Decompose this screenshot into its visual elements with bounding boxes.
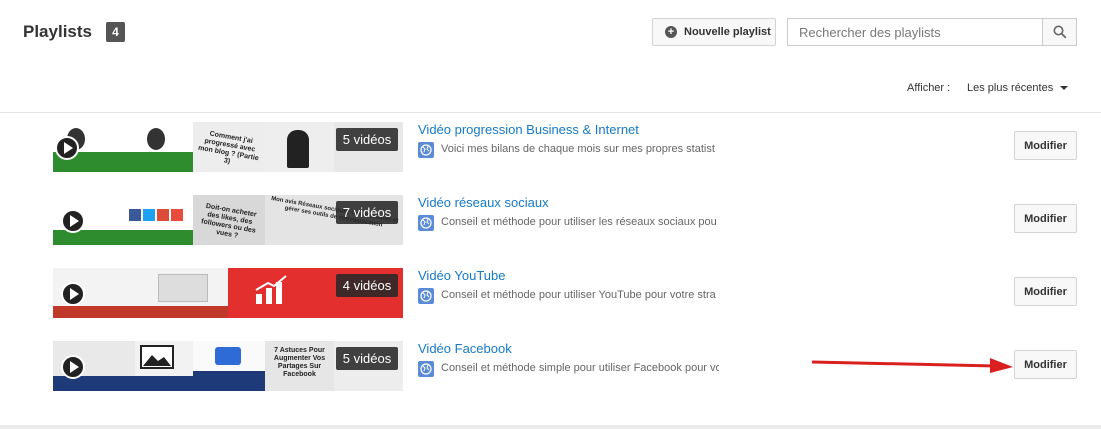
caret-down-icon bbox=[1060, 86, 1069, 90]
google-plus-icon bbox=[157, 209, 169, 221]
playlist-row: 4 vidéos Vidéo YouTube Conseil et méthod… bbox=[0, 268, 1101, 330]
video-count-overlay: 7 vidéos bbox=[336, 201, 398, 224]
banner-strip bbox=[53, 306, 228, 318]
playlist-title-link[interactable]: Vidéo progression Business & Internet bbox=[418, 122, 639, 137]
play-icon bbox=[55, 136, 79, 160]
play-icon bbox=[61, 209, 85, 233]
thumbnail-tile bbox=[135, 341, 193, 391]
thumbnail-tile bbox=[265, 122, 334, 172]
globe-icon bbox=[418, 142, 434, 158]
social-icon bbox=[171, 209, 183, 221]
new-playlist-label: Nouvelle playlist bbox=[684, 26, 771, 38]
image-icon bbox=[140, 345, 174, 369]
growth-chart-icon bbox=[255, 275, 287, 304]
search-button[interactable] bbox=[1042, 18, 1077, 46]
person-image bbox=[287, 130, 309, 168]
sort-label: Afficher : bbox=[907, 82, 951, 94]
thumbnail-caption: Comment j'ai progressé avec mon blog ? (… bbox=[197, 130, 260, 166]
playlist-description: Conseil et méthode pour utiliser YouTube… bbox=[441, 289, 716, 301]
playlist-description: Conseil et méthode pour utiliser les rés… bbox=[441, 216, 717, 228]
person-image bbox=[147, 128, 165, 150]
annotation-arrow bbox=[811, 358, 1013, 373]
play-icon bbox=[61, 355, 85, 379]
playlist-row: Comment j'ai progressé avec mon blog ? (… bbox=[0, 122, 1101, 184]
edit-playlist-button[interactable]: Modifier bbox=[1014, 204, 1077, 233]
globe-icon bbox=[418, 361, 434, 377]
video-count-overlay: 5 vidéos bbox=[336, 128, 398, 151]
video-player-icon bbox=[215, 347, 241, 365]
playlist-description: Voici mes bilans de chaque mois sur mes … bbox=[441, 143, 715, 155]
sort-value: Les plus récentes bbox=[967, 82, 1054, 94]
thumbnail-tile: Doit-on acheter des likes, des followers… bbox=[193, 195, 265, 245]
page-header: Playlists 4 + Nouvelle playlist Afficher… bbox=[0, 0, 1101, 113]
playlist-title-link[interactable]: Vidéo YouTube bbox=[418, 268, 505, 283]
search-playlists-input[interactable] bbox=[787, 18, 1043, 46]
play-icon bbox=[61, 282, 85, 306]
globe-icon bbox=[418, 288, 434, 304]
edit-playlist-button[interactable]: Modifier bbox=[1014, 350, 1077, 379]
video-count-overlay: 5 vidéos bbox=[336, 347, 398, 370]
globe-icon bbox=[418, 215, 434, 231]
playlist-count-badge: 4 bbox=[106, 22, 125, 42]
playlist-description: Conseil et méthode simple pour utiliser … bbox=[441, 362, 719, 374]
thumbnail-caption: Doit-on acheter des likes, des followers… bbox=[200, 202, 258, 240]
twitter-icon bbox=[143, 209, 155, 221]
bottom-divider bbox=[0, 425, 1101, 429]
playlist-row: Doit-on acheter des likes, des followers… bbox=[0, 195, 1101, 257]
plus-circle-icon: + bbox=[665, 26, 677, 38]
screenshot-image bbox=[158, 274, 208, 302]
new-playlist-button[interactable]: + Nouvelle playlist bbox=[652, 18, 776, 46]
facebook-icon bbox=[129, 209, 141, 221]
playlist-title-link[interactable]: Vidéo Facebook bbox=[418, 341, 512, 356]
playlist-title-link[interactable]: Vidéo réseaux sociaux bbox=[418, 195, 549, 210]
thumbnail-tile bbox=[193, 341, 265, 391]
video-count-overlay: 4 vidéos bbox=[336, 274, 398, 297]
thumbnail-tile: Comment j'ai progressé avec mon blog ? (… bbox=[193, 122, 265, 172]
search-icon bbox=[1053, 25, 1066, 39]
thumbnail-tile: 7 Astuces Pour Augmenter Vos Partages Su… bbox=[265, 341, 334, 391]
edit-playlist-button[interactable]: Modifier bbox=[1014, 277, 1077, 306]
edit-playlist-button[interactable]: Modifier bbox=[1014, 131, 1077, 160]
page-title: Playlists bbox=[23, 22, 92, 41]
sort-dropdown[interactable]: Les plus récentes bbox=[967, 82, 1069, 94]
thumbnail-caption: 7 Astuces Pour Augmenter Vos Partages Su… bbox=[273, 347, 326, 378]
